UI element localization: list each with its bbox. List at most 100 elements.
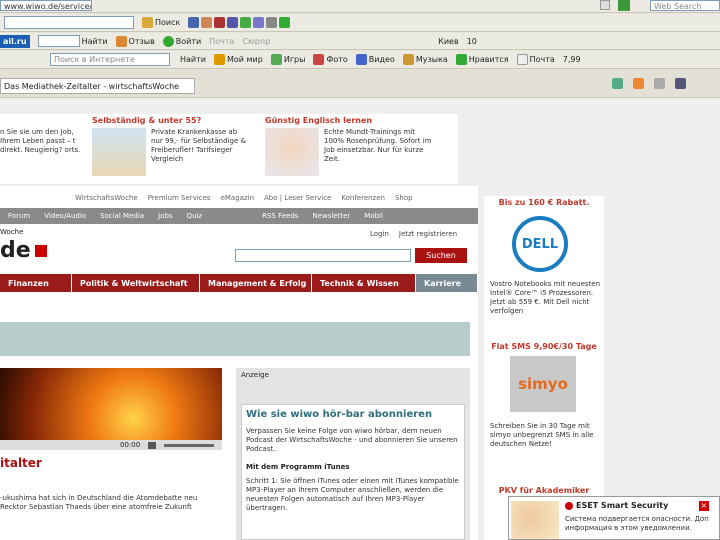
sidebar-head-0[interactable]: Bis zu 160 € Rabatt. — [484, 198, 604, 207]
site-main: WirtschaftsWoche Premium Services eMagaz… — [0, 186, 478, 540]
tab-finanzen[interactable]: Finanzen — [0, 274, 72, 292]
find2-button[interactable]: Найти — [180, 55, 206, 64]
mail2-link[interactable]: Почта — [516, 54, 555, 65]
dropdown-icon[interactable] — [600, 0, 610, 10]
music-link[interactable]: Музыка — [402, 54, 448, 65]
eset-popup[interactable]: ESET Smart Security × Система подвергает… — [508, 496, 720, 540]
sub-nav: Forum Video/Audio Social Media Jobs Quiz… — [0, 208, 478, 224]
login-link[interactable]: Login — [370, 230, 389, 238]
top-link-4[interactable]: Konferenzen — [341, 194, 385, 202]
teaser-title-1[interactable]: Selbständig & unter 55? — [92, 116, 201, 125]
sub-link-2[interactable]: Social Media — [100, 212, 144, 220]
article-headline[interactable]: italter — [0, 456, 42, 470]
weather-temp: 10 — [466, 36, 477, 46]
sub-link-0[interactable]: Forum — [8, 212, 30, 220]
video-icon — [355, 54, 367, 65]
games-icon — [270, 54, 282, 65]
command-bar — [612, 78, 686, 89]
teaser-band: n Sie sie um den Job, Ihrem Leben passt … — [0, 114, 458, 184]
weather-city: Киев — [438, 36, 459, 46]
teaser-text-0[interactable]: n Sie sie um den Job, Ihrem Leben passt … — [0, 128, 85, 155]
teaser-text-1[interactable]: Private Krankenkasse ab nur 99,- für Sel… — [151, 128, 251, 164]
mail-button[interactable]: Почта — [209, 37, 234, 46]
mailru-toolbar: ail.ru Найти Отзыв Войти Почта Сюрпр Кие… — [0, 33, 720, 50]
volume-slider[interactable] — [164, 443, 215, 447]
myworld-link[interactable]: Мой мир — [213, 54, 263, 65]
feed-link-2[interactable]: Mobil — [364, 212, 383, 220]
find-button[interactable]: Найти — [82, 37, 108, 46]
sidebar-head-2[interactable]: PKV für Akademiker — [484, 486, 604, 495]
games-link[interactable]: Игры — [270, 54, 305, 65]
speaker-icon[interactable] — [148, 441, 157, 449]
tools-icon[interactable] — [201, 17, 213, 28]
network-icon[interactable] — [266, 17, 278, 28]
tab-management[interactable]: Management & Erfolg — [200, 274, 312, 292]
teaser-title-2[interactable]: Günstig Englisch lernen — [265, 116, 372, 125]
toolbar-search-input[interactable] — [4, 16, 134, 29]
podcast-box-subhead: Mit dem Programm iTunes — [246, 463, 350, 471]
site-search-button[interactable]: Suchen — [415, 248, 467, 263]
top-link-2[interactable]: eMagazin — [221, 194, 254, 202]
toolbar-row: Поиск — [0, 14, 720, 32]
site-search-input[interactable] — [235, 249, 411, 262]
brand-logo[interactable]: de — [0, 238, 47, 263]
sidebar-text-1[interactable]: Schreiben Sie in 30 Tage mit simyo unbeg… — [490, 422, 600, 449]
monitor-icon[interactable] — [279, 17, 291, 28]
like-link[interactable]: Нравится — [455, 54, 509, 65]
sub-link-4[interactable]: Quiz — [187, 212, 203, 220]
brand-text: de — [0, 238, 31, 263]
tab-politik[interactable]: Politik & Weltwirtschaft — [72, 274, 200, 292]
login-button[interactable]: Войти — [162, 35, 201, 47]
search-icon — [142, 17, 153, 28]
video-link[interactable]: Видео — [355, 54, 395, 65]
bookmark-icon[interactable] — [214, 17, 226, 28]
share-icon[interactable] — [253, 17, 265, 28]
page-icon[interactable] — [675, 78, 686, 89]
rating-button[interactable]: Отзыв — [115, 35, 155, 47]
mailru-query-input[interactable] — [37, 35, 80, 47]
sidebar-text-0[interactable]: Vostro Notebooks mit neuesten Intel® Cor… — [490, 280, 600, 316]
user-icon — [162, 35, 174, 47]
ad-container: Anzeige Wie sie wiwo hör-bar abonnieren … — [236, 368, 470, 540]
dell-logo[interactable]: DELL — [512, 216, 568, 272]
notes-button[interactable]: Сюрпр — [242, 37, 270, 46]
feed-link-1[interactable]: Newsletter — [312, 212, 350, 220]
teaser-text-2[interactable]: Echte Mundt-Trainings mit 100% Rosenprüf… — [324, 128, 434, 164]
print-icon[interactable] — [654, 78, 665, 89]
sidebar-head-1[interactable]: Flat SMS 9,90€/30 Tage — [484, 342, 604, 351]
settings-icon[interactable] — [227, 17, 239, 28]
mailru-search-input[interactable]: Поиск в Интернете — [50, 53, 170, 66]
teaser-image-2[interactable] — [265, 128, 319, 176]
feed-link-0[interactable]: RSS Feeds — [262, 212, 298, 220]
teaser-image-1[interactable] — [92, 128, 146, 176]
video-player[interactable] — [0, 368, 222, 440]
globe-icon[interactable] — [188, 17, 200, 28]
rss-icon[interactable] — [633, 78, 644, 89]
simyo-logo[interactable]: simyo — [510, 356, 576, 412]
sub-link-3[interactable]: Jobs — [158, 212, 172, 220]
top-link-5[interactable]: Shop — [395, 194, 413, 202]
tab-technik[interactable]: Technik & Wissen — [312, 274, 416, 292]
world-icon — [213, 54, 225, 65]
top-link-0[interactable]: WirtschaftsWoche — [75, 194, 138, 202]
sub-link-1[interactable]: Video/Audio — [44, 212, 86, 220]
top-link-1[interactable]: Premium Services — [148, 194, 211, 202]
top-link-3[interactable]: Abo | Leser Service — [264, 194, 331, 202]
address-input[interactable]: www.wiwo.de/service/audio/ — [0, 0, 92, 11]
search-button[interactable]: Поиск — [142, 17, 180, 28]
music-icon — [402, 54, 414, 65]
close-icon[interactable]: × — [699, 501, 709, 511]
register-link[interactable]: Jetzt registrieren — [399, 230, 457, 238]
alert-icon — [565, 501, 573, 510]
tab-karriere[interactable]: Karriere — [416, 274, 478, 292]
web-search-input[interactable]: Web Search — [650, 0, 720, 11]
mailru-logo[interactable]: ail.ru — [0, 34, 30, 48]
home-icon[interactable] — [612, 78, 623, 89]
toolbar-icons[interactable] — [188, 17, 291, 28]
people-icon[interactable] — [240, 17, 252, 28]
go-icon[interactable] — [618, 0, 630, 11]
photo-link[interactable]: Фото — [313, 54, 348, 65]
browser-tab[interactable]: Das Mediathek-Zeitalter - wirtschaftsWoc… — [0, 78, 195, 94]
player-controls[interactable]: 00:00 — [0, 440, 222, 450]
bars-icon — [115, 35, 127, 47]
